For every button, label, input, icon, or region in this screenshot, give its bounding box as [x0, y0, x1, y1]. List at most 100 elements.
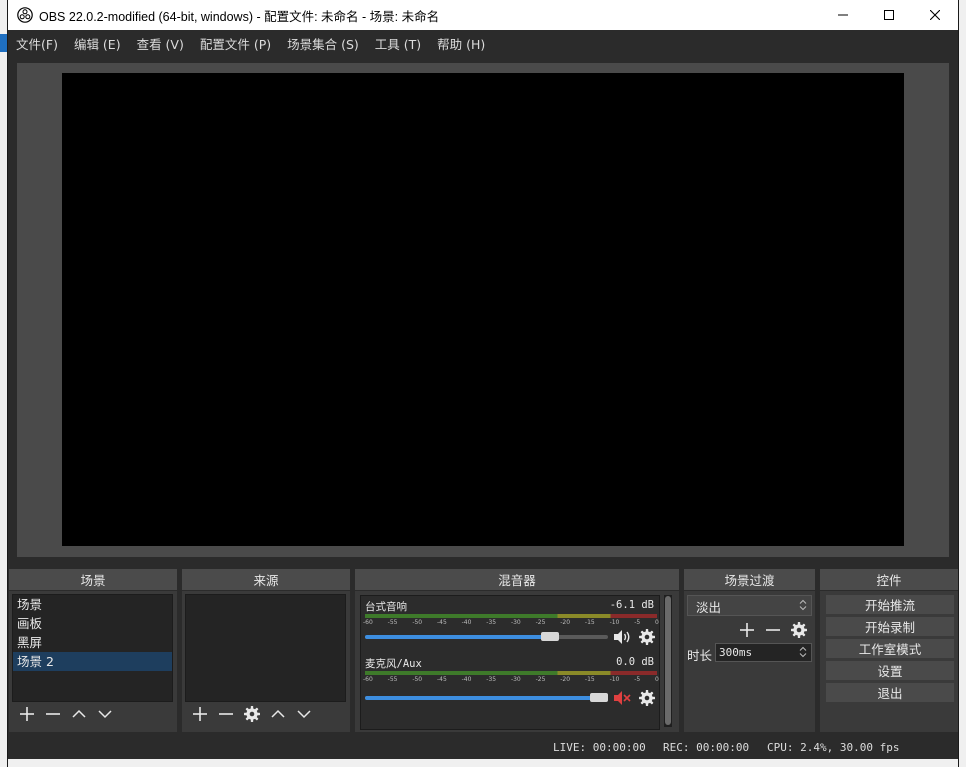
preview-canvas[interactable]: [62, 73, 904, 546]
scale-tick: -50: [412, 619, 423, 626]
gear-icon: [791, 622, 807, 638]
sources-dock-body: [182, 591, 350, 732]
move-scene-down-button[interactable]: [92, 702, 118, 726]
remove-source-button[interactable]: [213, 702, 239, 726]
close-icon: [930, 10, 940, 20]
speaker-icon[interactable]: [613, 629, 631, 645]
scale-tick: -40: [461, 676, 472, 683]
transition-select-value: 淡出: [696, 600, 722, 615]
menu-file[interactable]: 文件(F): [8, 34, 66, 53]
scale-tick: -45: [436, 619, 447, 626]
obs-main-window: OBS 22.0.2-modified (64-bit, windows) - …: [8, 0, 958, 767]
start-recording-button[interactable]: 开始录制: [825, 616, 955, 637]
title-bar[interactable]: OBS 22.0.2-modified (64-bit, windows) - …: [8, 0, 958, 30]
controls-dock-body: 开始推流 开始录制 工作室模式 设置 退出: [820, 591, 958, 732]
settings-button[interactable]: 设置: [825, 660, 955, 681]
close-button[interactable]: [912, 0, 958, 30]
move-source-down-button[interactable]: [291, 702, 317, 726]
cpu-status: CPU: 2.4%, 30.00 fps: [767, 741, 900, 754]
window-title: OBS 22.0.2-modified (64-bit, windows) - …: [39, 9, 440, 24]
add-scene-button[interactable]: [14, 702, 40, 726]
start-streaming-button[interactable]: 开始推流: [825, 594, 955, 615]
mixer-scroll-thumb[interactable]: [665, 596, 671, 725]
scale-tick: -25: [535, 676, 546, 683]
obs-logo-icon: [17, 7, 33, 23]
scale-tick: -30: [510, 676, 521, 683]
mixer-scrollbar[interactable]: [664, 595, 672, 727]
volume-slider-fill: [365, 696, 599, 700]
scene-item[interactable]: 画板: [13, 614, 172, 633]
scale-tick: -5: [634, 676, 641, 683]
scene-item-selected[interactable]: 场景 2: [13, 652, 172, 671]
remove-scene-button[interactable]: [40, 702, 66, 726]
scale-tick: -35: [486, 676, 497, 683]
gear-icon[interactable]: [639, 690, 655, 706]
scale-tick: -10: [609, 619, 620, 626]
scale-tick: -20: [560, 676, 571, 683]
studio-mode-button[interactable]: 工作室模式: [825, 638, 955, 659]
spin-arrows-icon[interactable]: [799, 646, 807, 658]
audio-meter: [365, 671, 657, 675]
desktop-background-left: [0, 0, 8, 767]
chevron-up-icon: [271, 709, 285, 718]
meter-scale: -60 -55 -50 -45 -40 -35 -30 -25 -20 -15 -10 -5 0: [363, 676, 659, 683]
scale-tick: -15: [584, 619, 595, 626]
channel-name: 麦克风/Aux: [365, 658, 422, 670]
move-scene-up-button[interactable]: [66, 702, 92, 726]
spin-arrows-icon: [799, 599, 807, 611]
duration-label: 时长: [687, 648, 713, 663]
chevron-down-icon: [297, 710, 311, 719]
maximize-button[interactable]: [866, 0, 912, 30]
channel-db: 0.0 dB: [616, 656, 654, 668]
menu-bar: 文件(F) 编辑 (E) 查看 (V) 配置文件 (P) 场景集合 (S) 工具…: [8, 30, 958, 56]
scale-tick: 0: [655, 676, 659, 683]
remove-transition-button[interactable]: [760, 618, 786, 642]
move-source-up-button[interactable]: [265, 702, 291, 726]
channel-db: -6.1 dB: [609, 599, 654, 611]
scenes-list: 场景 画板 黑屏 场景 2: [12, 594, 173, 702]
window-controls: [820, 0, 958, 30]
menu-tools[interactable]: 工具 (T): [367, 34, 429, 53]
scale-tick: -15: [584, 676, 595, 683]
source-properties-button[interactable]: [239, 702, 265, 726]
sources-list[interactable]: [185, 594, 346, 702]
scale-tick: -10: [609, 676, 620, 683]
speaker-muted-icon[interactable]: [613, 690, 631, 706]
transition-select[interactable]: 淡出: [687, 595, 812, 616]
sources-dock-title: 来源: [182, 569, 350, 590]
menu-view[interactable]: 查看 (V): [129, 34, 192, 53]
menu-profile[interactable]: 配置文件 (P): [192, 34, 279, 53]
scale-tick: -35: [486, 619, 497, 626]
volume-slider-handle[interactable]: [590, 693, 608, 702]
chevron-down-icon: [98, 710, 112, 719]
scene-item[interactable]: 场景: [13, 595, 172, 614]
transition-properties-button[interactable]: [786, 618, 812, 642]
volume-slider-handle[interactable]: [541, 632, 559, 641]
scale-tick: -40: [461, 619, 472, 626]
scale-tick: -20: [560, 619, 571, 626]
duration-spinbox[interactable]: 300ms: [715, 643, 812, 662]
sources-dock: 来源: [182, 569, 350, 732]
menu-help[interactable]: 帮助 (H): [429, 34, 493, 53]
scale-tick: -55: [387, 676, 398, 683]
scale-tick: -30: [510, 619, 521, 626]
gear-icon: [244, 706, 260, 722]
menu-scene-collection[interactable]: 场景集合 (S): [279, 34, 367, 53]
gear-icon[interactable]: [639, 629, 655, 645]
desktop-background-accent: [0, 34, 8, 52]
add-source-button[interactable]: [187, 702, 213, 726]
scene-item[interactable]: 黑屏: [13, 633, 172, 652]
add-transition-button[interactable]: [734, 618, 760, 642]
plus-icon: [193, 707, 207, 721]
desktop-background-right: [958, 0, 966, 767]
minus-icon: [219, 713, 233, 715]
menu-edit[interactable]: 编辑 (E): [66, 34, 129, 53]
minimize-button[interactable]: [820, 0, 866, 30]
status-bar: LIVE: 00:00:00 REC: 00:00:00 CPU: 2.4%, …: [8, 735, 958, 759]
meter-scale: -60 -55 -50 -45 -40 -35 -30 -25 -20 -15 -10 -5 0: [363, 619, 659, 626]
exit-button[interactable]: 退出: [825, 682, 955, 703]
scale-tick: -45: [436, 676, 447, 683]
rec-status: REC: 00:00:00: [663, 741, 750, 754]
channel-name: 台式音响: [365, 601, 407, 613]
scale-tick: -60: [363, 619, 373, 626]
